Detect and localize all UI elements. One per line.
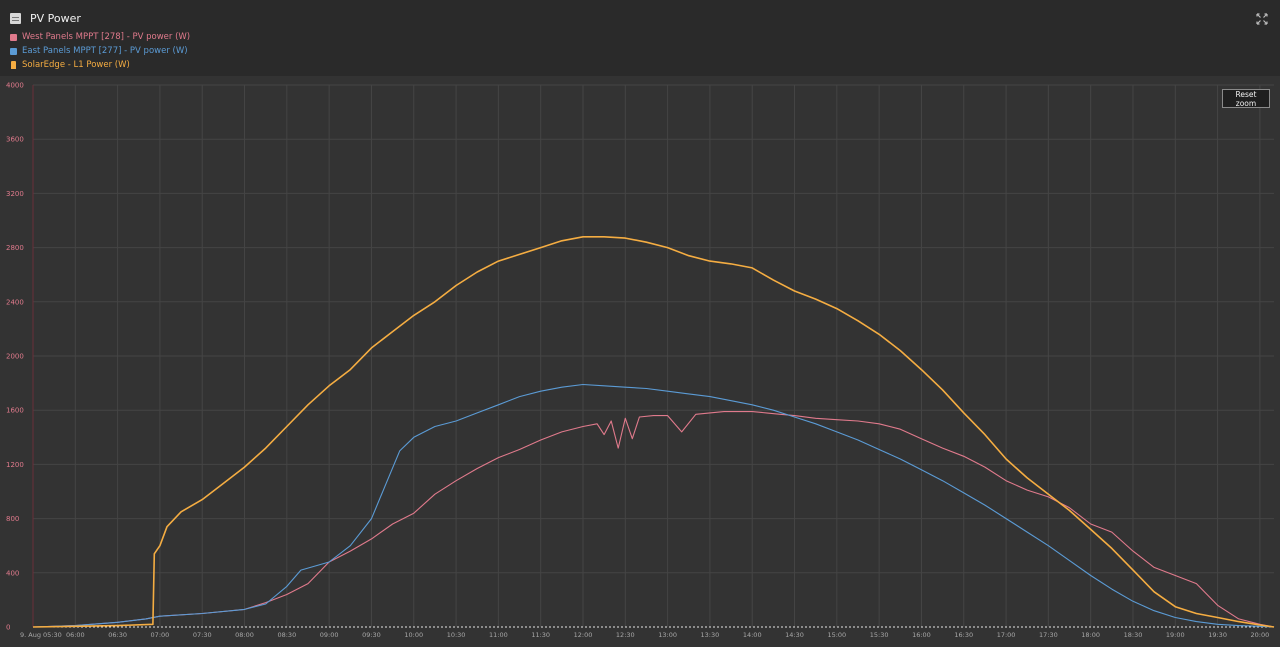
legend-swatch-solaredge [11, 61, 16, 69]
legend-swatch-east [10, 47, 17, 55]
x-tick-label: 9. Aug 05:30 [20, 631, 62, 639]
chart-title: PV Power [30, 12, 81, 25]
x-tick-label: 08:00 [235, 631, 254, 639]
x-tick-label: 16:00 [912, 631, 931, 639]
title-row: PV Power [10, 12, 81, 25]
y-tick-label: 0 [6, 624, 10, 632]
x-tick-label: 18:00 [1081, 631, 1100, 639]
x-tick-label: 07:30 [193, 631, 212, 639]
x-tick-label: 09:00 [320, 631, 339, 639]
x-tick-label: 15:00 [827, 631, 846, 639]
expand-icon[interactable] [1256, 13, 1268, 25]
reset-zoom-button[interactable]: Reset zoom [1222, 89, 1270, 108]
y-tick-label: 2400 [6, 298, 24, 306]
legend-item-east[interactable]: East Panels MPPT [277] - PV power (W) [10, 44, 190, 58]
x-tick-label: 16:30 [954, 631, 973, 639]
x-tick-label: 14:30 [785, 631, 804, 639]
x-tick-label: 12:00 [574, 631, 593, 639]
y-tick-label: 3200 [6, 190, 24, 198]
x-tick-label: 10:30 [447, 631, 466, 639]
y-tick-label: 4000 [6, 82, 24, 90]
x-tick-label: 11:00 [489, 631, 508, 639]
x-tick-label: 10:00 [404, 631, 423, 639]
x-tick-label: 19:00 [1166, 631, 1185, 639]
legend-label-east: East Panels MPPT [277] - PV power (W) [22, 46, 188, 56]
y-tick-label: 2000 [6, 353, 24, 361]
x-tick-label: 06:00 [66, 631, 85, 639]
chart-plot[interactable]: 040080012001600200024002800320036004000 … [0, 76, 1280, 647]
x-tick-label: 19:30 [1208, 631, 1227, 639]
x-tick-label: 07:00 [151, 631, 170, 639]
y-tick-label: 1200 [6, 461, 24, 469]
legend-label-west: West Panels MPPT [278] - PV power (W) [22, 32, 191, 42]
x-tick-label: 14:00 [743, 631, 762, 639]
legend-item-west[interactable]: West Panels MPPT [278] - PV power (W) [10, 30, 190, 44]
y-tick-label: 1600 [6, 407, 24, 415]
x-tick-label: 12:30 [616, 631, 635, 639]
legend-label-solaredge: SolarEdge - L1 Power (W) [22, 60, 130, 70]
legend-swatch-west [10, 33, 17, 41]
x-tick-label: 13:30 [701, 631, 720, 639]
x-tick-label: 17:00 [997, 631, 1016, 639]
x-tick-label: 17:30 [1039, 631, 1058, 639]
x-tick-label: 09:30 [362, 631, 381, 639]
y-tick-label: 400 [6, 569, 19, 577]
y-tick-label: 2800 [6, 244, 24, 252]
y-tick-label: 3600 [6, 136, 24, 144]
x-tick-label: 06:30 [108, 631, 127, 639]
x-tick-label: 20:00 [1251, 631, 1270, 639]
chart-header: PV Power West Panels MPPT [278] - PV pow… [0, 0, 1280, 76]
x-tick-label: 15:30 [870, 631, 889, 639]
legend: West Panels MPPT [278] - PV power (W) Ea… [10, 30, 190, 72]
x-tick-label: 11:30 [531, 631, 550, 639]
chart-widget-icon [10, 13, 21, 24]
x-tick-label: 08:30 [277, 631, 296, 639]
x-tick-label: 18:30 [1124, 631, 1143, 639]
x-tick-label: 13:00 [658, 631, 677, 639]
y-tick-label: 800 [6, 515, 19, 523]
legend-item-solaredge[interactable]: SolarEdge - L1 Power (W) [10, 58, 190, 72]
plot-background [0, 76, 1280, 647]
